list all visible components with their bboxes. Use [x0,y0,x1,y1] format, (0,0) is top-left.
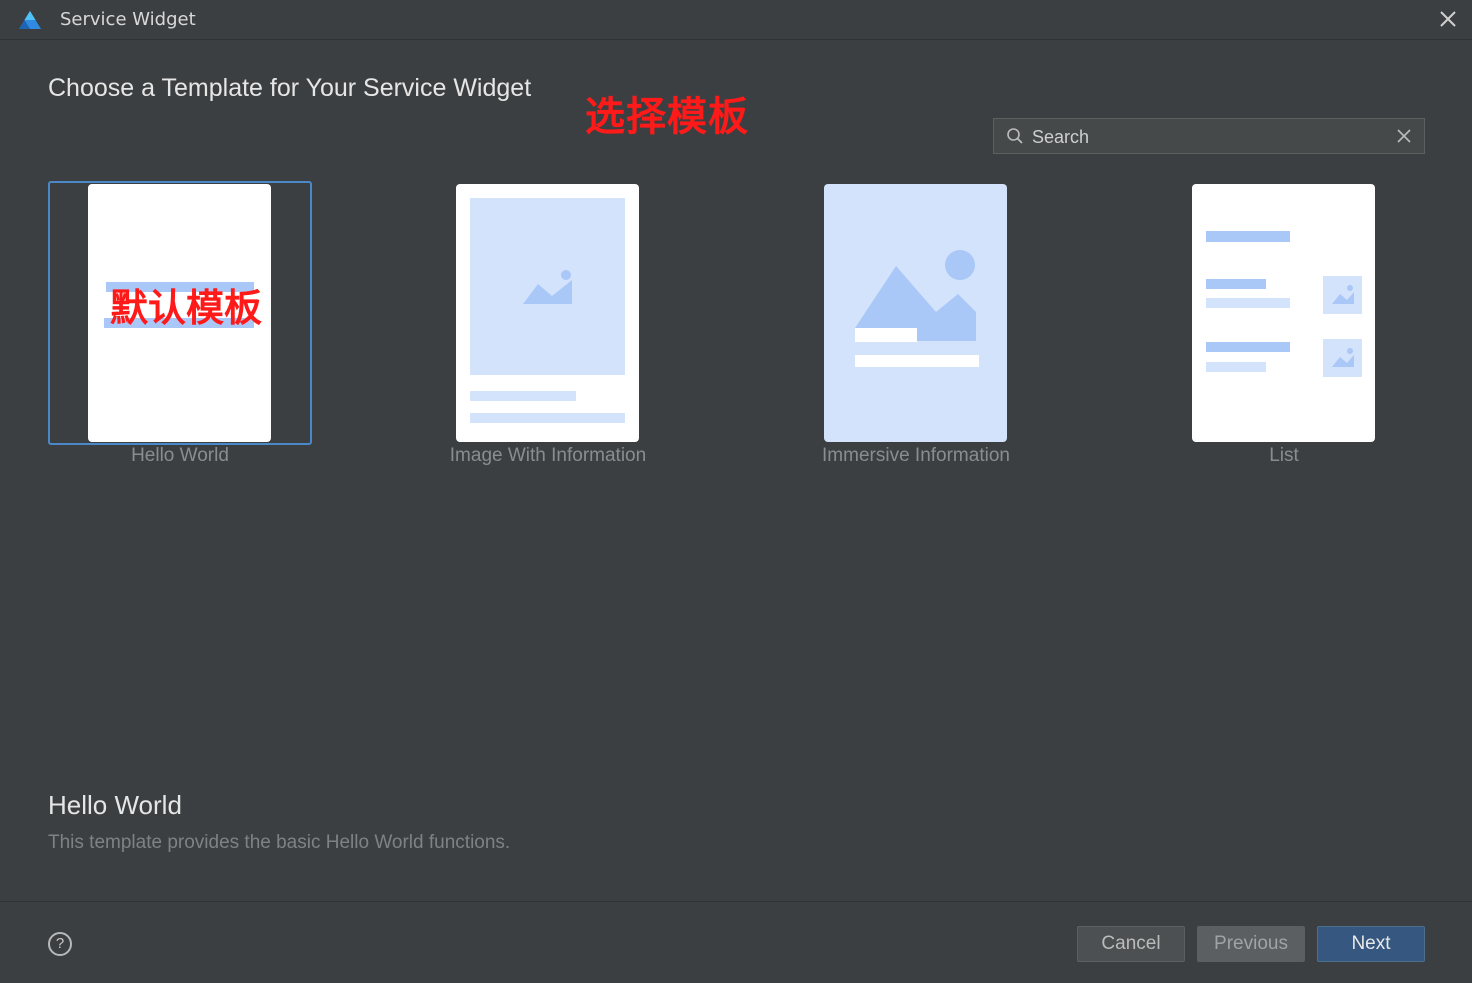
template-list[interactable]: List [1152,181,1416,481]
template-label: Hello World [131,445,229,466]
cancel-button[interactable]: Cancel [1077,926,1185,962]
annotation-default-template: 默认模板 [110,286,263,330]
template-description-text: This template provides the basic Hello W… [48,832,511,853]
template-label: List [1269,445,1299,466]
list-preview-graphic [1206,231,1362,377]
title-bar: Service Widget [0,0,1472,40]
template-preview-list [1192,184,1375,442]
template-immersive-information[interactable]: Immersive Information [784,181,1048,481]
next-button[interactable]: Next [1317,926,1425,962]
search-icon [1007,128,1023,144]
template-hello-world[interactable]: 默认模板 Hello World [48,181,312,481]
template-description-title: Hello World [48,790,182,820]
immersive-information-preview-graphic [855,250,979,367]
template-label: Image With Information [449,445,647,466]
template-preview-image-with-information [456,184,639,442]
footer-divider [0,901,1472,902]
app-logo-icon [19,11,41,29]
image-placeholder-icon [855,250,976,341]
template-image-with-information[interactable]: Image With Information [416,181,680,481]
page-title: Choose a Template for Your Service Widge… [48,74,532,102]
help-icon[interactable]: ? [48,932,72,956]
template-label: Immersive Information [822,445,1010,466]
close-icon[interactable] [1438,9,1458,29]
template-preview-immersive-information [824,184,1007,442]
annotation-select-template: 选择模板 [585,94,749,140]
search-box[interactable] [993,118,1425,154]
window-title: Service Widget [60,9,196,30]
image-with-information-preview-graphic [470,198,625,423]
previous-button[interactable]: Previous [1197,926,1305,962]
search-input[interactable] [1030,121,1384,153]
clear-search-icon[interactable] [1396,128,1412,144]
